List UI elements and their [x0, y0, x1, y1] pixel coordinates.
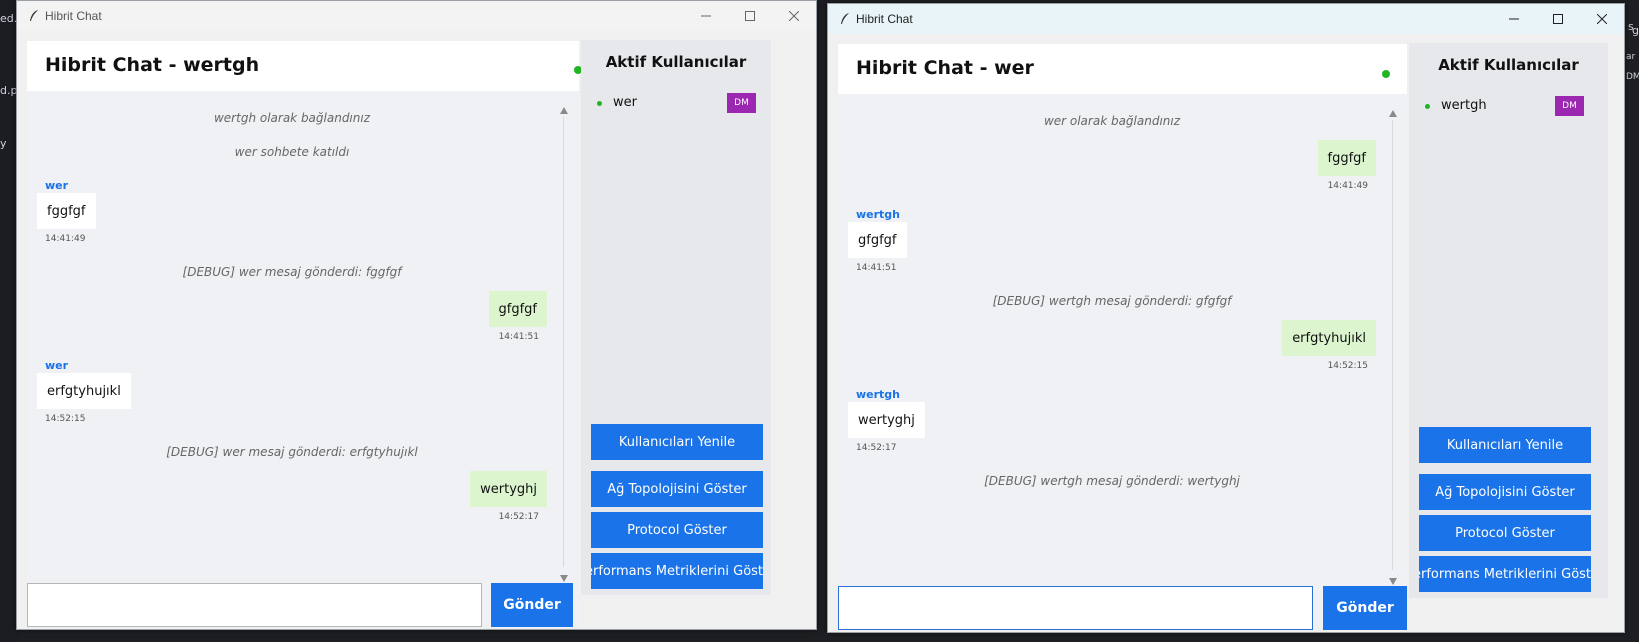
active-users-sidebar: Aktif Kullanıcılar wer DM Kullanıcıları … [581, 40, 771, 595]
active-users-title: Aktif Kullanıcılar [605, 53, 747, 71]
outgoing-message: erfgtyhujıkl [1282, 320, 1376, 356]
message-list[interactable]: wer olarak bağlandınız fggfgf 14:41:49 w… [838, 104, 1386, 585]
message-timestamp: 14:52:15 [45, 414, 86, 424]
background-fragment: y [0, 137, 7, 150]
user-list-item[interactable]: wer DM [581, 93, 771, 113]
message-timestamp: 14:41:51 [856, 263, 897, 273]
show-performance-metrics-button[interactable]: Performans Metriklerini Göster [1419, 556, 1591, 592]
outgoing-message: wertyghj [470, 471, 547, 507]
message-scrollbar[interactable] [1386, 104, 1400, 585]
outgoing-message: gfgfgf [488, 291, 547, 327]
outgoing-message: fggfgf [1317, 140, 1376, 176]
refresh-users-button[interactable]: Kullanıcıları Yenile [1419, 427, 1591, 463]
incoming-message: gfgfgf [848, 222, 907, 258]
title-bar[interactable]: Hibrit Chat [17, 1, 816, 31]
feather-app-icon [23, 1, 45, 31]
incoming-message: wertyghj [848, 402, 925, 438]
user-name: wer [613, 95, 637, 110]
message-timestamp: 14:41:49 [1327, 181, 1368, 191]
message-scrollbar[interactable] [557, 101, 571, 582]
maximize-icon[interactable] [1536, 4, 1580, 34]
message-list[interactable]: wertgh olarak bağlandınız wer sohbete ka… [27, 101, 557, 582]
user-list-item[interactable]: wertgh DM [1409, 96, 1608, 116]
message-input[interactable] [838, 586, 1313, 630]
show-protocol-button[interactable]: Protocol Göster [591, 512, 763, 548]
chat-title: Hibrit Chat - wer [856, 57, 1034, 79]
message-sender: wer [45, 359, 69, 372]
dm-button[interactable]: DM [727, 93, 756, 113]
system-message: wertgh olarak bağlandınız [213, 111, 371, 125]
minimize-icon[interactable] [1492, 4, 1536, 34]
show-performance-metrics-button[interactable]: Performans Metriklerini Göster [591, 553, 763, 589]
user-name: wertgh [1441, 98, 1487, 113]
chat-header: Hibrit Chat - wer [838, 44, 1407, 94]
show-topology-button[interactable]: Ağ Topolojisini Göster [1419, 474, 1591, 510]
system-message: [DEBUG] wertgh mesaj gönderdi: wertyghj [984, 474, 1240, 488]
scroll-down-arrow-icon[interactable] [560, 575, 568, 582]
send-button[interactable]: Gönder [491, 583, 573, 627]
refresh-users-button[interactable]: Kullanıcıları Yenile [591, 424, 763, 460]
system-message: wer sohbete katıldı [234, 145, 350, 159]
system-message: wer olarak bağlandınız [1043, 114, 1181, 128]
show-protocol-button[interactable]: Protocol Göster [1419, 515, 1591, 551]
send-button[interactable]: Gönder [1323, 586, 1407, 630]
message-sender: wertgh [856, 208, 901, 221]
background-fragment: g [1632, 24, 1639, 37]
chat-panel: Hibrit Chat - wertgh wertgh olarak bağla… [27, 41, 582, 627]
online-dot-icon [1425, 104, 1430, 109]
show-topology-button[interactable]: Ağ Topolojisini Göster [591, 471, 763, 507]
message-timestamp: 14:52:15 [1327, 361, 1368, 371]
message-timestamp: 14:41:49 [45, 234, 86, 244]
online-status-indicator [1382, 70, 1390, 78]
chat-window-wer: Hibrit Chat Hibrit Chat - wer wer olarak… [827, 3, 1625, 633]
scroll-track[interactable] [1392, 120, 1393, 570]
close-icon[interactable] [772, 1, 816, 31]
feather-app-icon [834, 4, 856, 34]
title-bar[interactable]: Hibrit Chat [828, 4, 1624, 34]
chat-window-wertgh: Hibrit Chat Hibrit Chat - wertgh wertgh … [16, 0, 817, 630]
message-sender: wer [45, 179, 69, 192]
system-message: [DEBUG] wer mesaj gönderdi: fggfgf [182, 265, 402, 279]
message-sender: wertgh [856, 388, 901, 401]
background-fragment: DM [1626, 72, 1639, 82]
maximize-icon[interactable] [728, 1, 772, 31]
background-fragment: ar [1626, 52, 1636, 62]
system-message: [DEBUG] wer mesaj gönderdi: erfgtyhujıkl [166, 445, 418, 459]
active-users-sidebar: Aktif Kullanıcılar wertgh DM Kullanıcıla… [1409, 43, 1608, 598]
online-dot-icon [597, 101, 602, 106]
incoming-message: fggfgf [37, 193, 96, 229]
chat-header: Hibrit Chat - wertgh [27, 41, 582, 91]
incoming-message: erfgtyhujıkl [37, 373, 131, 409]
message-timestamp: 14:41:51 [498, 332, 539, 342]
close-icon[interactable] [1580, 4, 1624, 34]
chat-panel: Hibrit Chat - wer wer olarak bağlandınız… [838, 44, 1407, 630]
active-users-title: Aktif Kullanıcılar [1438, 56, 1579, 74]
window-title: Hibrit Chat [45, 9, 102, 23]
system-message: [DEBUG] wertgh mesaj gönderdi: gfgfgf [992, 294, 1232, 308]
scroll-track[interactable] [563, 117, 564, 567]
window-title: Hibrit Chat [856, 12, 913, 26]
message-input[interactable] [27, 583, 482, 627]
dm-button[interactable]: DM [1555, 96, 1584, 116]
scroll-down-arrow-icon[interactable] [1389, 578, 1397, 585]
scroll-up-arrow-icon[interactable] [560, 107, 568, 114]
scroll-up-arrow-icon[interactable] [1389, 110, 1397, 117]
message-timestamp: 14:52:17 [498, 512, 539, 522]
message-timestamp: 14:52:17 [856, 443, 897, 453]
minimize-icon[interactable] [684, 1, 728, 31]
chat-title: Hibrit Chat - wertgh [45, 54, 260, 76]
